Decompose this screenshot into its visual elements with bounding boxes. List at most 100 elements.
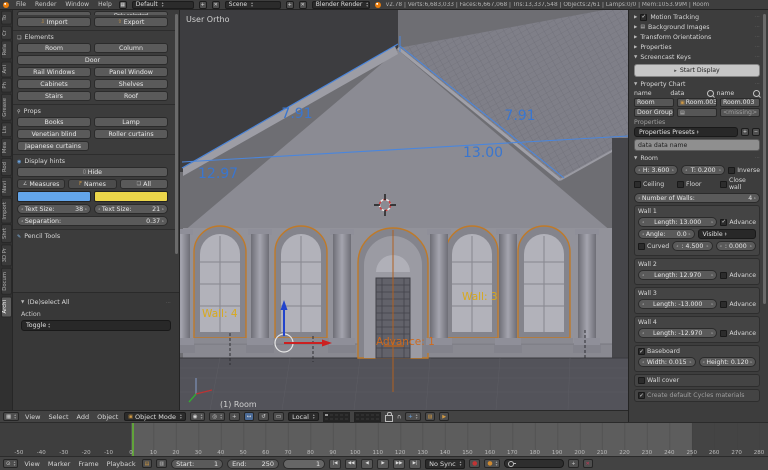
roller-curtains-button[interactable]: Roller curtains — [94, 129, 168, 139]
chart-cell[interactable]: ▣ Room.003 — [677, 98, 717, 107]
shelf-tab-ph[interactable]: Ph — [0, 78, 12, 93]
cabinets-button[interactable]: Cabinets — [17, 79, 91, 89]
floor-checkbox[interactable] — [677, 180, 684, 188]
number-of-walls-slider[interactable]: Number of Walls: 4 — [634, 193, 760, 203]
motion-tracking-checkbox[interactable] — [640, 13, 648, 21]
translate-manipulator-button[interactable]: ↔ — [243, 412, 255, 421]
add-layout-button[interactable]: + — [198, 0, 207, 9]
import-button[interactable]: ⇩ Import — [17, 17, 91, 27]
render-still-button[interactable]: ▨ — [424, 412, 436, 421]
baseboard-width-slider[interactable]: Width: 0.015 — [638, 357, 696, 367]
all-toggle[interactable]: ❏ All — [119, 179, 168, 189]
lock-range-button[interactable]: ▥ — [156, 459, 168, 468]
shelf-tab-navi[interactable]: Navi — [0, 176, 12, 197]
menu-playback[interactable]: Playback — [105, 460, 138, 468]
wall-1-length-slider[interactable]: Length: 13.000 — [638, 217, 718, 227]
clipped-button[interactable] — [17, 11, 91, 15]
layers-widget-right[interactable] — [353, 411, 381, 422]
close-layout-button[interactable]: ✕ — [211, 0, 220, 9]
menu-add[interactable]: Add — [75, 413, 92, 421]
ceiling-checkbox[interactable] — [634, 180, 641, 188]
search-icon[interactable] — [706, 90, 714, 97]
timeline-editor-type-button[interactable]: ⊙ — [3, 459, 19, 468]
shelf-tab-mea[interactable]: Mea — [0, 137, 12, 157]
blender-logo-icon[interactable] — [3, 1, 9, 8]
menu-render[interactable]: Render — [33, 1, 58, 8]
shelf-tab-3d-pr[interactable]: 3D Pr — [0, 244, 12, 267]
record-button[interactable]: ● — [469, 459, 481, 468]
close-wall-checkbox[interactable] — [720, 180, 727, 188]
keying-set-field[interactable] — [504, 459, 565, 468]
insert-keyframe-button[interactable]: + — [568, 459, 579, 468]
chart-cell[interactable]: Room — [634, 98, 674, 107]
next-keyframe-button[interactable]: ▶▶ — [393, 458, 406, 469]
start-frame-field[interactable]: Start: 1 — [171, 458, 224, 469]
background-images-panel[interactable]: ▶ ▤ Background Images ⋯ — [634, 22, 760, 32]
menu-view[interactable]: View — [22, 460, 41, 468]
name-color-swatch[interactable] — [94, 191, 168, 202]
use-preview-range-button[interactable]: ▤ — [141, 459, 153, 468]
motion-tracking-panel[interactable]: ▶ Motion Tracking⋯ — [634, 12, 760, 22]
door-button[interactable]: Door — [17, 55, 168, 65]
rail-windows-button[interactable]: Rail Windows — [17, 67, 91, 77]
play-button[interactable]: ▶ — [377, 458, 390, 469]
shelf-tab-lis[interactable]: Lis — [0, 121, 12, 137]
thickness-slider[interactable]: T: 0.200 — [681, 165, 726, 175]
measure-text-size-slider[interactable]: Text Size: 38 — [17, 204, 91, 214]
snap-element-dropdown[interactable]: + — [405, 412, 421, 421]
chart-cell[interactable]: <missing> — [720, 108, 760, 117]
delete-keyframe-button[interactable]: ✕ — [582, 459, 593, 468]
menu-frame[interactable]: Frame — [76, 460, 100, 468]
lamp-button[interactable]: Lamp — [94, 117, 168, 127]
property-chart-panel[interactable]: ▼ Property Chart ⋯ — [634, 79, 760, 89]
wall-cover-checkbox[interactable] — [638, 377, 645, 384]
pivot-point-dropdown[interactable]: ◎ — [209, 412, 226, 421]
measure-color-swatch[interactable] — [17, 191, 91, 202]
books-button[interactable]: Books — [17, 117, 91, 127]
venetian-blind-button[interactable]: Venetian blind — [17, 129, 91, 139]
shelves-button[interactable]: Shelves — [94, 79, 168, 89]
menu-help[interactable]: Help — [96, 1, 114, 8]
separation-slider[interactable]: Separation: 0.37 — [17, 216, 168, 226]
render-engine-dropdown[interactable]: Blender Render — [311, 0, 370, 9]
sync-dropdown[interactable]: No Sync — [425, 458, 466, 469]
shelf-tab-rod[interactable]: Rod — [0, 157, 12, 176]
menu-window[interactable]: Window — [63, 1, 91, 8]
data-name-field[interactable]: data data name — [634, 139, 760, 151]
tool-shelf-scrollbar[interactable] — [175, 14, 178, 254]
menu-view[interactable]: View — [23, 413, 42, 421]
wall-1-curve-radius-slider[interactable]: : 4.500 — [672, 241, 713, 251]
viewport-3d[interactable]: User Ortho 7.91 12.97 7.91 13.00 Wall: 4… — [180, 10, 628, 410]
wall-4-length-slider[interactable]: Length: -12.970 — [638, 328, 718, 338]
export-button[interactable]: ⇧ Export — [94, 17, 168, 27]
wall-1-visibility-dropdown[interactable]: Visible — [697, 229, 756, 239]
n-panel-scrollbar[interactable] — [763, 14, 766, 304]
roof-button[interactable]: Roof — [94, 91, 168, 101]
menu-file[interactable]: File — [14, 1, 28, 8]
height-slider[interactable]: H: 3.600 — [634, 165, 679, 175]
shelf-tab-ani[interactable]: Ani — [0, 60, 12, 78]
inverse-checkbox[interactable] — [728, 166, 736, 174]
wall-2-length-slider[interactable]: Length: 12.970 — [638, 270, 718, 280]
pencil-tools-panel-header[interactable]: ✎ Pencil Tools — [17, 233, 168, 240]
shelf-tab-rela[interactable]: Rela — [0, 40, 12, 60]
end-frame-field[interactable]: End: 250 — [227, 458, 280, 469]
manipulator-toggle[interactable]: + — [229, 412, 240, 421]
wall-3-length-slider[interactable]: Length: -13.000 — [638, 299, 718, 309]
add-preset-button[interactable]: + — [741, 128, 749, 136]
name-text-size-slider[interactable]: Text Size: 21 — [94, 204, 168, 214]
props-panel-header[interactable]: ⚲ Props — [17, 108, 168, 115]
menu-select[interactable]: Select — [46, 413, 70, 421]
close-scene-button[interactable]: ✕ — [298, 0, 307, 9]
layers-widget-left[interactable] — [322, 411, 350, 422]
panel-window-button[interactable]: Panel Window — [94, 67, 168, 77]
shelf-tab-grease[interactable]: Grease — [0, 93, 12, 121]
menu-marker[interactable]: Marker — [46, 460, 72, 468]
room-panel[interactable]: ▼ Room ⋯ — [634, 153, 760, 163]
measures-toggle[interactable]: ∠ Measures — [17, 179, 66, 189]
column-button[interactable]: Column — [94, 43, 168, 53]
only-selected-toggle[interactable]: Only selected — [94, 11, 168, 15]
timeline-frames[interactable]: -50 -40 -30 -20 -10 0 10 20 30 40 50 60 70 80 90 100 110… — [0, 422, 768, 456]
properties-panel[interactable]: ▶ Properties ⋯ — [634, 42, 760, 52]
stairs-button[interactable]: Stairs — [17, 91, 91, 101]
